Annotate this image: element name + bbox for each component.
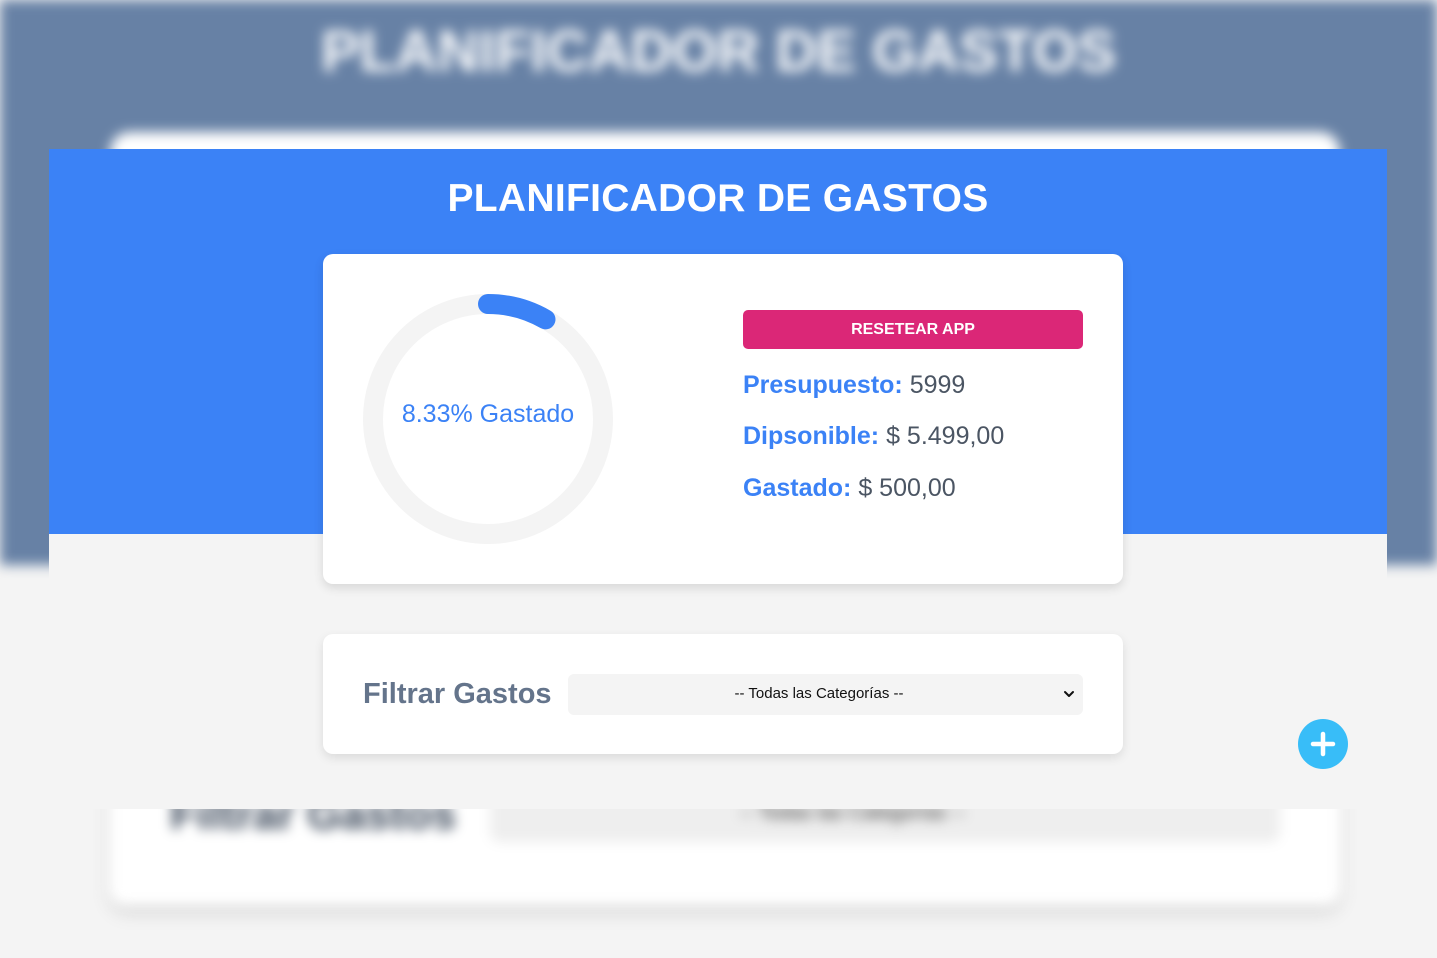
available-label: Dipsonible:: [743, 422, 880, 450]
circular-progress: 8.33% Gastado: [363, 294, 613, 544]
budget-label: Presupuesto:: [743, 371, 903, 399]
budget-stat: Presupuesto: 5999: [743, 371, 965, 400]
category-filter-value: -- Todas las Categorías --: [734, 685, 904, 702]
budget-value: 5999: [909, 371, 966, 399]
category-filter-select[interactable]: -- Todas las Categorías --: [568, 674, 1083, 715]
add-expense-button[interactable]: [1298, 719, 1348, 769]
spent-value: $ 500,00: [858, 474, 956, 502]
chevron-down-icon: [1064, 691, 1074, 697]
background-title: PLANIFICADOR DE GASTOS: [321, 19, 1116, 84]
filter-label: Filtrar Gastos: [363, 678, 552, 710]
app-window: PLANIFICADOR DE GASTOS 8.33% Gastado RES…: [49, 149, 1387, 809]
filter-card: Filtrar Gastos -- Todas las Categorías -…: [323, 634, 1123, 754]
spent-label: Gastado:: [743, 474, 852, 502]
plus-icon: [1310, 731, 1336, 757]
spent-stat: Gastado: $ 500,00: [743, 474, 956, 503]
budget-card: 8.33% Gastado RESETEAR APP Presupuesto: …: [323, 254, 1123, 584]
available-value: $ 5.499,00: [886, 422, 1005, 450]
page-title: PLANIFICADOR DE GASTOS: [447, 177, 989, 220]
progress-label: 8.33% Gastado: [401, 400, 575, 428]
reset-app-button[interactable]: RESETEAR APP: [743, 310, 1083, 349]
available-stat: Dipsonible: $ 5.499,00: [743, 422, 1004, 451]
